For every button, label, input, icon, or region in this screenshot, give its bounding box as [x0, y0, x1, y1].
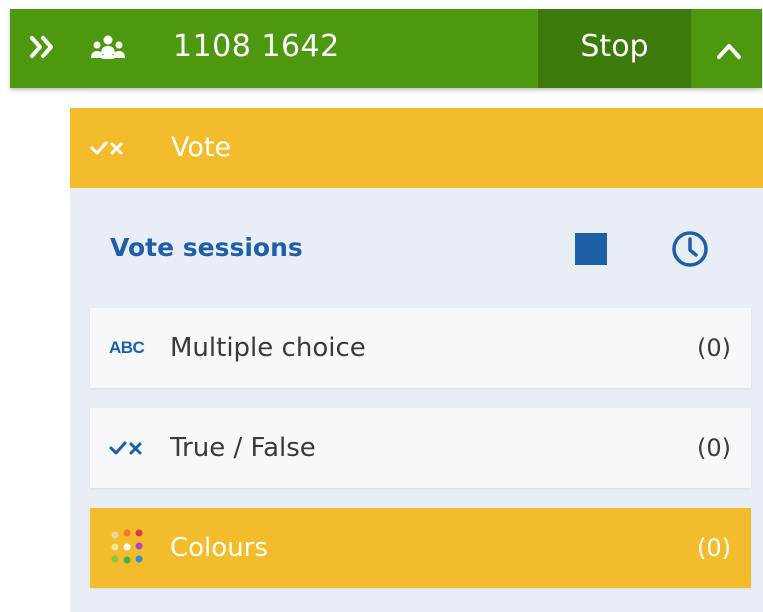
check-cross-icon	[109, 432, 153, 464]
collapse-button[interactable]	[709, 31, 749, 71]
top-bar: 1108 1642 Stop	[10, 9, 762, 88]
check-cross-icon	[90, 134, 132, 162]
clock-icon[interactable]	[670, 229, 710, 269]
double-chevron-right-icon	[30, 36, 53, 58]
participants-icon	[88, 31, 128, 65]
vote-header-label: Vote	[171, 132, 232, 163]
vote-header[interactable]: Vote	[70, 108, 763, 188]
vote-type-multiple-choice[interactable]: ABC Multiple choice (0)	[90, 308, 751, 388]
abc-icon: ABC	[109, 338, 145, 357]
vote-type-count: (0)	[697, 434, 731, 462]
vote-panel: Vote Vote sessions ABC Multiple choice (…	[70, 108, 763, 612]
color-dots-icon	[109, 529, 153, 564]
vote-type-true-false[interactable]: True / False (0)	[90, 408, 751, 488]
vote-type-count: (0)	[697, 334, 731, 362]
vote-type-count: (0)	[697, 534, 731, 562]
stop-square-icon[interactable]	[575, 233, 607, 265]
stop-button[interactable]: Stop	[538, 9, 691, 88]
chevron-up-icon	[717, 44, 741, 59]
vote-type-label: True / False	[170, 433, 316, 463]
expand-sidebar-button[interactable]	[24, 29, 60, 65]
vote-type-colours[interactable]: Colours (0)	[90, 508, 751, 588]
vote-sessions-title: Vote sessions	[110, 233, 303, 262]
session-code: 1108 1642	[173, 29, 340, 64]
vote-type-label: Colours	[170, 533, 268, 563]
vote-type-label: Multiple choice	[170, 333, 366, 363]
